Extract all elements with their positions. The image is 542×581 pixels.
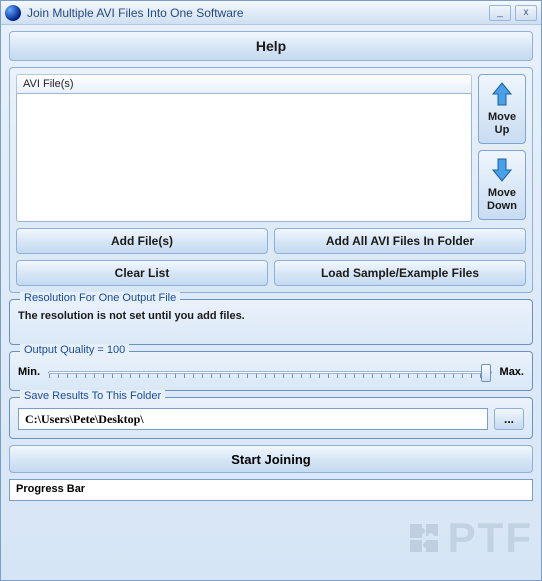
app-window: Join Multiple AVI Files Into One Softwar… bbox=[0, 0, 542, 581]
titlebar[interactable]: Join Multiple AVI Files Into One Softwar… bbox=[1, 1, 541, 25]
quality-legend: Output Quality = 100 bbox=[20, 344, 129, 356]
progress-bar: Progress Bar bbox=[9, 479, 533, 501]
slider-thumb[interactable] bbox=[481, 364, 491, 382]
quality-min-label: Min. bbox=[18, 366, 40, 378]
resolution-fieldset: Resolution For One Output File The resol… bbox=[9, 299, 533, 345]
window-controls: _ x bbox=[489, 5, 537, 21]
arrow-down-icon bbox=[491, 157, 513, 183]
quality-slider[interactable] bbox=[48, 362, 492, 382]
quality-max-label: Max. bbox=[500, 366, 524, 378]
file-list-header[interactable]: AVI File(s) bbox=[16, 74, 472, 94]
file-list[interactable] bbox=[16, 94, 472, 222]
move-up-button[interactable]: Move Up bbox=[478, 74, 526, 144]
add-files-button[interactable]: Add File(s) bbox=[16, 228, 268, 254]
save-path-input[interactable] bbox=[18, 408, 488, 430]
content-area: Help AVI File(s) Move Up bbox=[1, 25, 541, 507]
arrow-up-icon bbox=[491, 81, 513, 107]
watermark: PTF bbox=[406, 514, 533, 562]
app-icon bbox=[5, 5, 21, 21]
resolution-text: The resolution is not set until you add … bbox=[18, 310, 524, 322]
move-down-label: Move Down bbox=[487, 187, 517, 213]
files-panel: AVI File(s) Move Up Move Down bbox=[9, 67, 533, 293]
move-up-label: Move Up bbox=[488, 111, 516, 137]
clear-list-button[interactable]: Clear List bbox=[16, 260, 268, 286]
add-folder-button[interactable]: Add All AVI Files In Folder bbox=[274, 228, 526, 254]
load-sample-button[interactable]: Load Sample/Example Files bbox=[274, 260, 526, 286]
minimize-button[interactable]: _ bbox=[489, 5, 511, 21]
move-down-button[interactable]: Move Down bbox=[478, 150, 526, 220]
save-fieldset: Save Results To This Folder ... bbox=[9, 397, 533, 439]
start-joining-button[interactable]: Start Joining bbox=[9, 445, 533, 473]
puzzle-icon bbox=[406, 520, 442, 556]
quality-fieldset: Output Quality = 100 Min. Max. bbox=[9, 351, 533, 391]
save-legend: Save Results To This Folder bbox=[20, 390, 165, 402]
help-button[interactable]: Help bbox=[9, 31, 533, 61]
resolution-legend: Resolution For One Output File bbox=[20, 292, 180, 304]
window-title: Join Multiple AVI Files Into One Softwar… bbox=[27, 6, 489, 20]
browse-button[interactable]: ... bbox=[494, 408, 524, 430]
close-button[interactable]: x bbox=[515, 5, 537, 21]
